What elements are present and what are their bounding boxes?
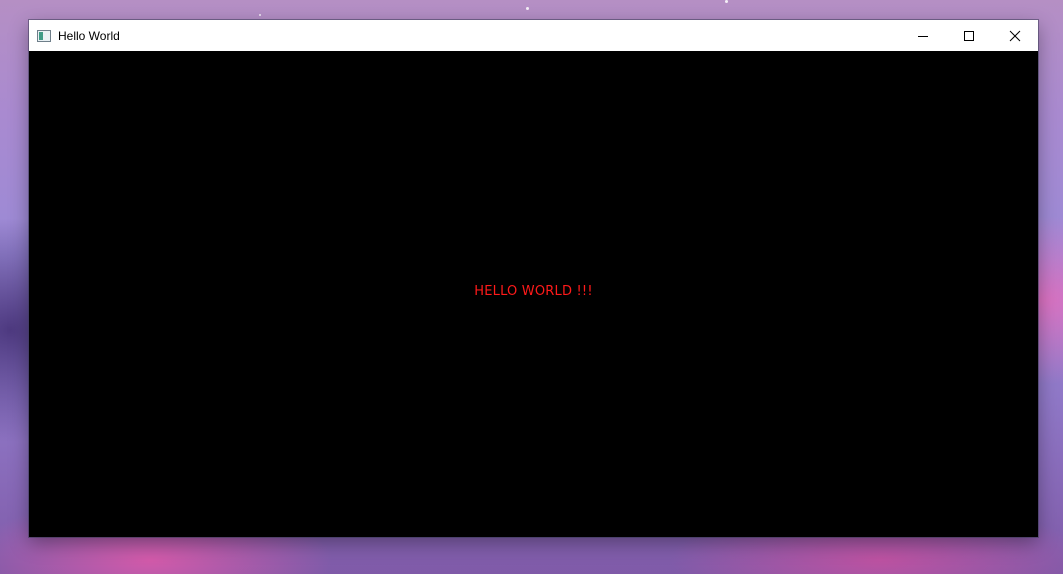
maximize-button[interactable] <box>946 20 992 51</box>
window-controls <box>900 20 1038 51</box>
render-canvas[interactable]: HELLO WORLD !!! <box>29 51 1038 537</box>
star <box>259 14 261 16</box>
star <box>526 7 529 10</box>
app-window-icon <box>37 29 51 42</box>
window-title: Hello World <box>58 28 120 43</box>
maximize-icon <box>964 30 974 41</box>
close-icon <box>1009 30 1021 41</box>
hello-world-text: HELLO WORLD !!! <box>474 284 593 299</box>
desktop-background: Hello World HELLO WORLD !!! <box>0 0 1063 574</box>
app-window: Hello World HELLO WORLD !!! <box>29 20 1038 537</box>
close-button[interactable] <box>992 20 1038 51</box>
title-bar[interactable]: Hello World <box>29 20 1038 51</box>
star <box>725 0 728 3</box>
minimize-icon <box>918 35 928 37</box>
minimize-button[interactable] <box>900 20 946 51</box>
